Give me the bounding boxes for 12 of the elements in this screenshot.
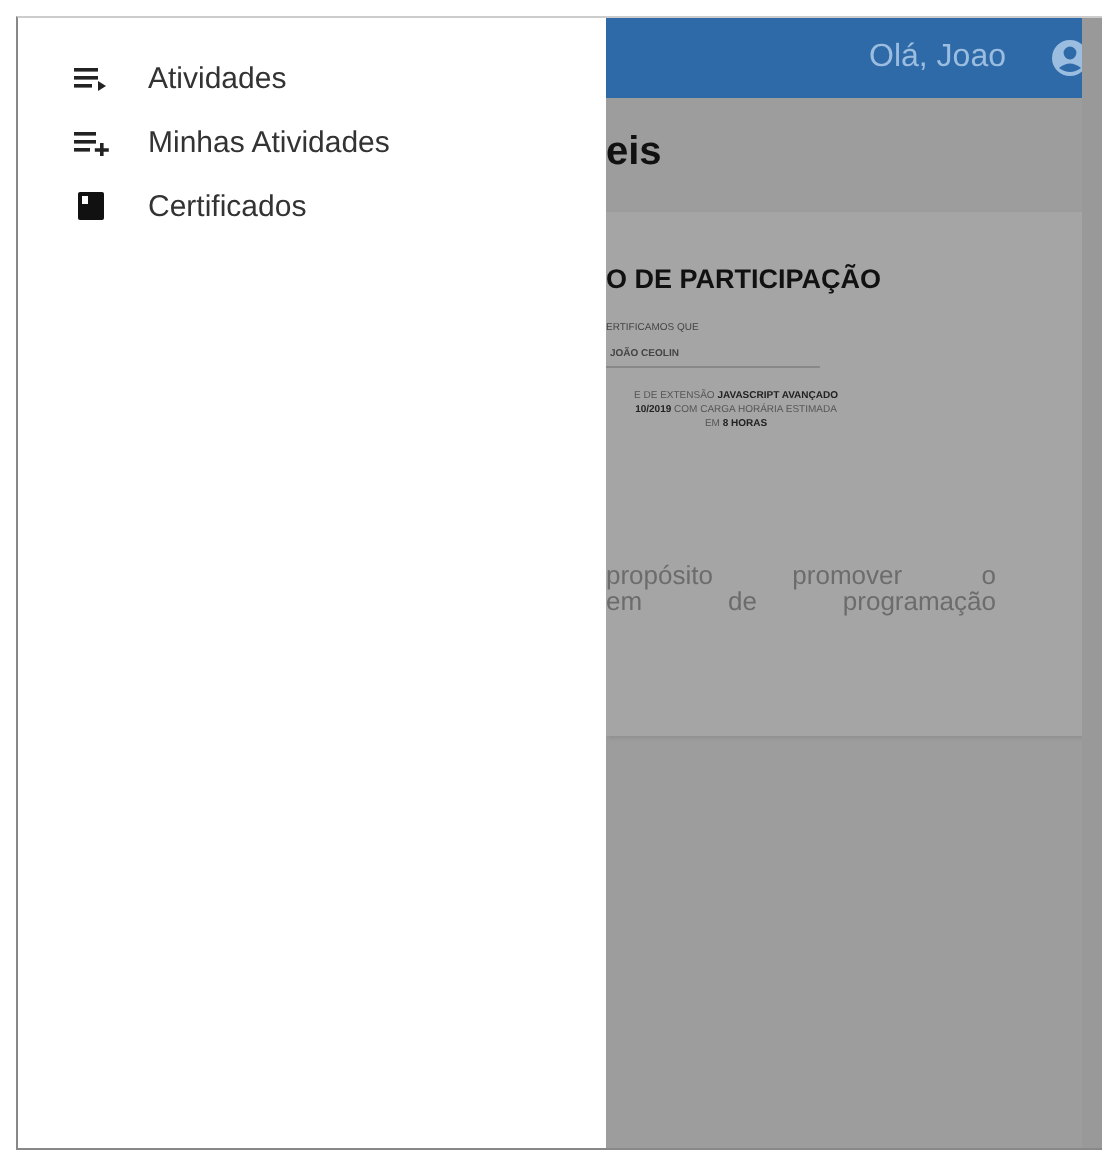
greeting: Olá, Joao	[869, 40, 1006, 76]
page-title: eis	[606, 130, 664, 176]
drawer-item[interactable]: Certificados	[18, 174, 606, 238]
drawer-item[interactable]: Atividades	[18, 46, 606, 110]
description-text: em de programação	[606, 588, 996, 614]
description-text: propósito promover o	[606, 562, 996, 588]
drawer-item[interactable]: Minhas Atividades	[18, 110, 606, 174]
playlist-add-icon	[74, 128, 110, 156]
account-icon[interactable]	[1050, 38, 1082, 78]
certificate-title: O DE PARTICIPAÇÃO	[606, 264, 884, 294]
list-icon	[74, 64, 110, 92]
book-icon	[74, 192, 110, 220]
